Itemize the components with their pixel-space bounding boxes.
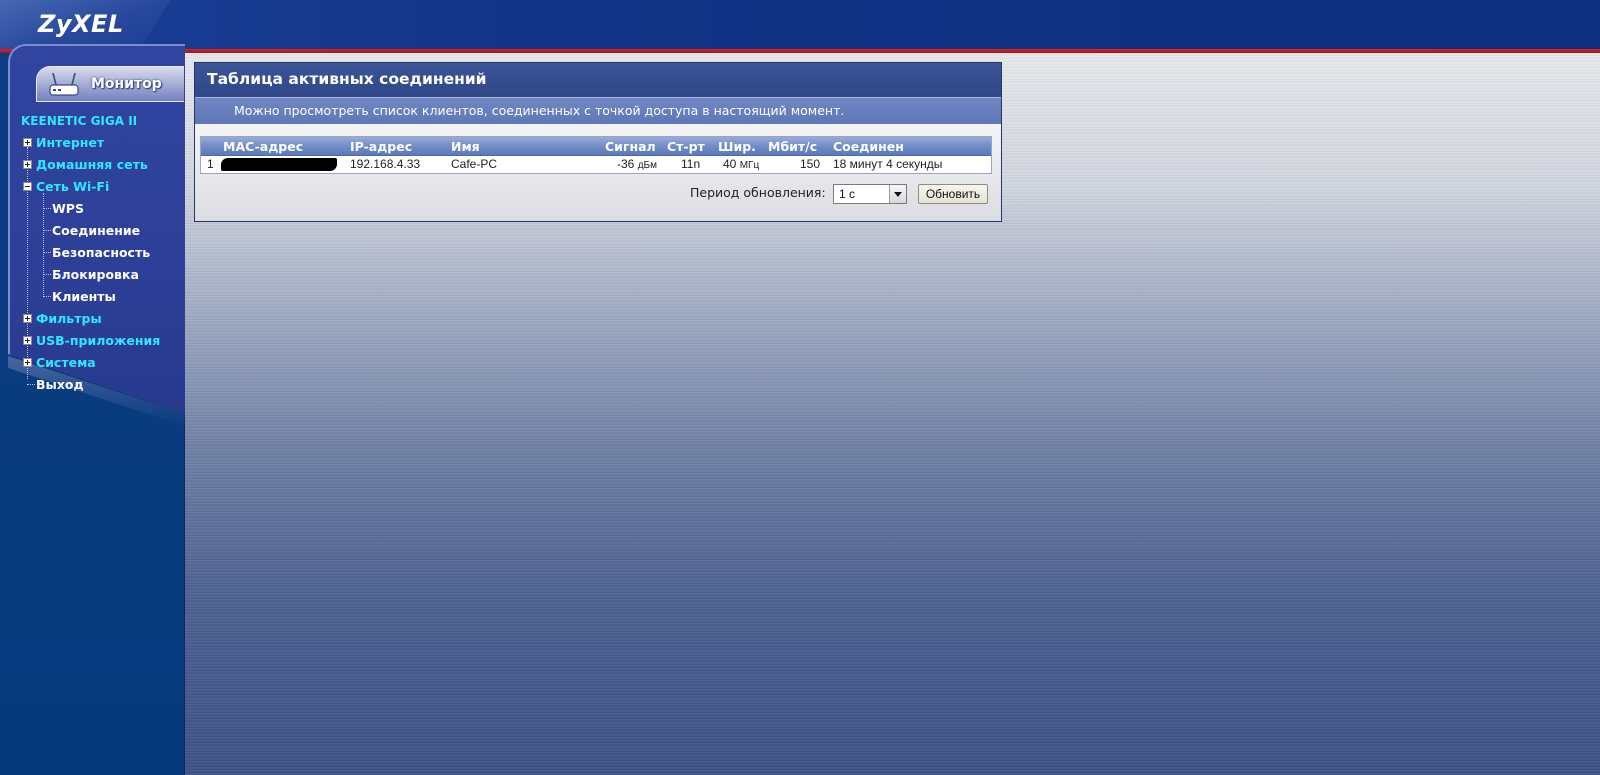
column-header-ip: IP-адрес (350, 139, 413, 154)
refresh-period-label: Период обновления: (690, 185, 826, 200)
table-header: MAC-адрес IP-адрес Имя Сигнал Ст-рт Шир.… (201, 137, 991, 156)
nav-item-blocking[interactable]: Блокировка (52, 267, 139, 282)
cell-rate: 150 (800, 157, 821, 171)
top-header: ZyXEL (0, 0, 1600, 49)
column-header-width: Шир. (718, 139, 756, 154)
cell-width: 40 МГц (723, 157, 759, 171)
nav-item-internet[interactable]: Интернет (36, 135, 104, 150)
redacted-mac-address (221, 158, 337, 171)
refresh-period-value: 1 с (839, 187, 856, 201)
refresh-button[interactable]: Обновить (918, 184, 988, 204)
signal-value: -36 (617, 157, 635, 171)
nav-item-security[interactable]: Безопасность (52, 245, 150, 260)
zyxel-logo: ZyXEL (38, 10, 124, 38)
expand-plus-icon[interactable] (23, 160, 32, 169)
nav-item-connection[interactable]: Соединение (52, 223, 140, 238)
expand-plus-icon[interactable] (23, 138, 32, 147)
row-index: 1 (207, 157, 214, 171)
nav-item-logout[interactable]: Выход (36, 377, 84, 392)
tree-line (43, 296, 51, 297)
table-row: 1 192.168.4.33 Cafe-PC -36 дБм 11n 40 МГ… (201, 156, 991, 173)
panel-description: Можно просмотреть список клиентов, соеди… (195, 97, 1001, 124)
tree-line (43, 208, 51, 209)
signal-unit: дБм (637, 160, 657, 171)
active-connections-panel: Таблица активных соединений Можно просмо… (194, 62, 1002, 222)
connections-table: MAC-адрес IP-адрес Имя Сигнал Ст-рт Шир.… (200, 136, 992, 174)
expand-plus-icon[interactable] (23, 336, 32, 345)
cell-signal: -36 дБм (617, 157, 657, 171)
nav-item-system[interactable]: Система (36, 355, 96, 370)
monitor-tab-label: Монитор (91, 76, 162, 92)
panel-title: Таблица активных соединений (195, 63, 1001, 97)
cell-ip: 192.168.4.33 (350, 157, 421, 171)
nav-item-home-network[interactable]: Домашняя сеть (36, 157, 148, 172)
column-header-signal: Сигнал (605, 139, 656, 154)
column-header-rate: Мбит/с (768, 139, 818, 154)
device-model-title: KEENETIC GIGA II (21, 114, 138, 128)
chevron-down-icon[interactable] (889, 185, 906, 203)
collapse-minus-icon[interactable] (23, 182, 32, 191)
expand-plus-icon[interactable] (23, 358, 32, 367)
tree-line (43, 252, 51, 253)
width-unit: МГц (739, 160, 760, 171)
tree-line (43, 230, 51, 231)
monitor-tab[interactable]: Монитор (36, 66, 184, 102)
column-header-connected: Соединен (833, 139, 904, 154)
nav-item-clients[interactable]: Клиенты (52, 289, 116, 304)
cell-connected: 18 минут 4 секунды (833, 157, 943, 171)
tree-line (27, 384, 35, 385)
tree-line (43, 274, 51, 275)
nav-item-usb-apps[interactable]: USB-приложения (36, 333, 160, 348)
refresh-period-select[interactable]: 1 с (833, 184, 907, 204)
column-header-name: Имя (451, 139, 480, 154)
column-header-standard: Ст-рт (667, 139, 705, 154)
column-header-mac: MAC-адрес (223, 139, 304, 154)
cell-name: Cafe-PC (451, 157, 498, 171)
nav-item-filters[interactable]: Фильтры (36, 311, 102, 326)
nav-item-wifi-network[interactable]: Сеть Wi-Fi (36, 179, 109, 194)
router-icon (49, 72, 79, 96)
nav-item-wps[interactable]: WPS (52, 201, 84, 216)
cell-standard: 11n (681, 157, 701, 171)
expand-plus-icon[interactable] (23, 314, 32, 323)
width-value: 40 (723, 157, 737, 171)
